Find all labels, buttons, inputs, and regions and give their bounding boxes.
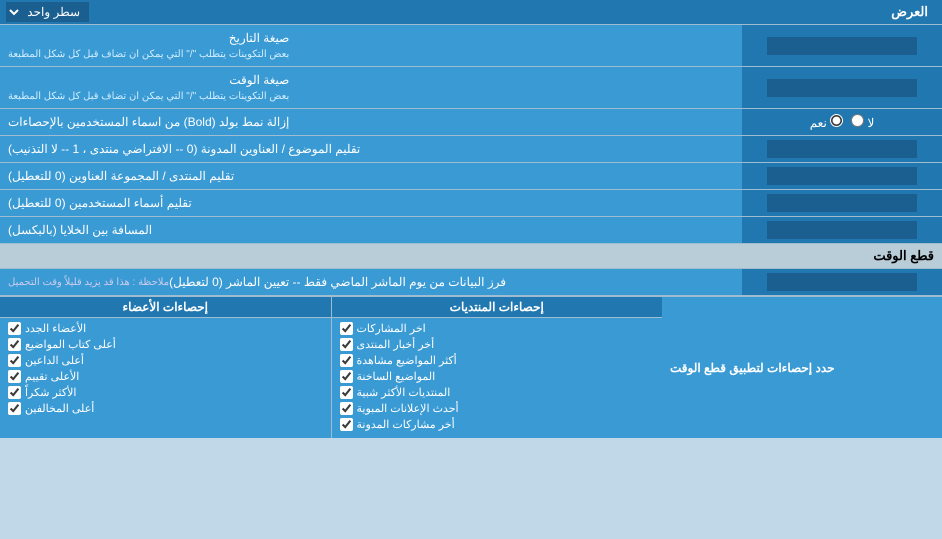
date-format-label-cell: صيغة التاريخ بعض التكوينات يتطلب "/" الت… bbox=[0, 25, 742, 66]
time-format-input[interactable]: H:i bbox=[767, 79, 917, 97]
entry-gap-label-cell: المسافة بين الخلايا (بالبكسل) bbox=[0, 217, 742, 243]
display-label: العرض bbox=[891, 4, 928, 20]
forum-group-input-cell: 33 bbox=[742, 163, 942, 189]
forum-stat-2-check[interactable] bbox=[340, 338, 353, 351]
member-stat-1-check[interactable] bbox=[8, 322, 21, 335]
stats-apply-label: حدد إحصاءات لتطبيق قطع الوقت bbox=[662, 297, 942, 438]
forum-stat-6: أحدث الإعلانات المبوية bbox=[340, 402, 655, 415]
col2-header: إحصاءات المنتديات bbox=[331, 297, 663, 317]
member-stat-3-check[interactable] bbox=[8, 354, 21, 367]
cutoff-input[interactable]: 0 bbox=[767, 273, 917, 291]
member-stat-4-check[interactable] bbox=[8, 370, 21, 383]
col3-header: إحصاءات الأعضاء bbox=[0, 297, 331, 317]
date-format-input-cell: d-m bbox=[742, 25, 942, 66]
username-input[interactable]: 0 bbox=[767, 194, 917, 212]
forum-stat-5: المنتديات الأكثر شبية bbox=[340, 386, 655, 399]
forum-stat-1-check[interactable] bbox=[340, 322, 353, 335]
cutoff-section-header: قطع الوقت bbox=[0, 244, 942, 269]
forum-group-label-cell: تقليم المنتدى / المجموعة العناوين (0 للت… bbox=[0, 163, 742, 189]
bold-yes-label: نعم bbox=[810, 114, 843, 130]
cutoff-note: ملاحظة : هذا قد يزيد قليلاً وقت التحميل bbox=[8, 275, 169, 290]
bold-names-radio-cell: لا نعم bbox=[742, 109, 942, 135]
entry-gap-input-cell: 2 bbox=[742, 217, 942, 243]
topic-title-label-cell: تقليم الموضوع / العناوين المدونة (0 -- ا… bbox=[0, 136, 742, 162]
forum-stat-1: اخر المشاركات bbox=[340, 322, 655, 335]
member-stat-2: أعلى كتاب المواضيع bbox=[8, 338, 323, 351]
time-format-row: H:i صيغة الوقت بعض التكوينات يتطلب "/" ا… bbox=[0, 67, 942, 109]
member-stat-1: الأعضاء الجدد bbox=[8, 322, 323, 335]
cutoff-title: قطع الوقت bbox=[873, 248, 934, 263]
date-format-row: d-m صيغة التاريخ بعض التكوينات يتطلب "/"… bbox=[0, 25, 942, 67]
date-format-input[interactable]: d-m bbox=[767, 37, 917, 55]
member-stat-5-check[interactable] bbox=[8, 386, 21, 399]
entry-gap-row: 2 المسافة بين الخلايا (بالبكسل) bbox=[0, 217, 942, 244]
member-stat-6-check[interactable] bbox=[8, 402, 21, 415]
forum-stat-5-check[interactable] bbox=[340, 386, 353, 399]
topic-title-label: تقليم الموضوع / العناوين المدونة (0 -- ا… bbox=[8, 140, 360, 158]
bold-names-row: لا نعم إزالة نمط بولد (Bold) من اسماء ال… bbox=[0, 109, 942, 136]
forum-stat-3: أكثر المواضيع مشاهدة bbox=[340, 354, 655, 367]
member-stat-3: أعلى الداعين bbox=[8, 354, 323, 367]
bold-no-radio[interactable] bbox=[851, 114, 864, 127]
cutoff-label-cell: فرز البيانات من يوم الماشر الماضي فقط --… bbox=[0, 269, 742, 295]
topic-title-row: 33 تقليم الموضوع / العناوين المدونة (0 -… bbox=[0, 136, 942, 163]
bold-names-label: إزالة نمط بولد (Bold) من اسماء المستخدمي… bbox=[8, 113, 289, 131]
member-stat-4: الأعلى تقييم bbox=[8, 370, 323, 383]
time-format-label-cell: صيغة الوقت بعض التكوينات يتطلب "/" التي … bbox=[0, 67, 742, 108]
forum-stat-6-check[interactable] bbox=[340, 402, 353, 415]
time-format-label: صيغة الوقت bbox=[8, 71, 289, 89]
member-stat-5: الأكثر شكراً bbox=[8, 386, 323, 399]
cutoff-label: فرز البيانات من يوم الماشر الماضي فقط --… bbox=[169, 273, 506, 291]
bold-names-label-cell: إزالة نمط بولد (Bold) من اسماء المستخدمي… bbox=[0, 109, 742, 135]
date-format-label: صيغة التاريخ bbox=[8, 29, 289, 47]
cutoff-row: 0 فرز البيانات من يوم الماشر الماضي فقط … bbox=[0, 269, 942, 296]
date-format-sublabel: بعض التكوينات يتطلب "/" التي يمكن ان تضا… bbox=[8, 47, 289, 62]
topic-title-input[interactable]: 33 bbox=[767, 140, 917, 158]
forum-group-input[interactable]: 33 bbox=[767, 167, 917, 185]
forum-stat-4-check[interactable] bbox=[340, 370, 353, 383]
member-stat-6: أعلى المخالفين bbox=[8, 402, 323, 415]
forum-stat-4: المواضيع الساخنة bbox=[340, 370, 655, 383]
cutoff-input-cell: 0 bbox=[742, 269, 942, 295]
single-line-select[interactable]: سطر واحد bbox=[6, 2, 89, 22]
display-header-row: العرض سطر واحد bbox=[0, 0, 942, 25]
entry-gap-label: المسافة بين الخلايا (بالبكسل) bbox=[8, 221, 152, 239]
member-stat-2-check[interactable] bbox=[8, 338, 21, 351]
stats-section: حدد إحصاءات لتطبيق قطع الوقت إحصاءات الم… bbox=[0, 296, 942, 438]
time-format-sublabel: بعض التكوينات يتطلب "/" التي يمكن ان تضا… bbox=[8, 89, 289, 104]
forum-stat-7: أخر مشاركات المدونة bbox=[340, 418, 655, 431]
bold-yes-radio[interactable] bbox=[830, 114, 843, 127]
forum-stat-3-check[interactable] bbox=[340, 354, 353, 367]
forum-group-label: تقليم المنتدى / المجموعة العناوين (0 للت… bbox=[8, 167, 234, 185]
username-row: 0 تقليم أسماء المستخدمين (0 للتعطيل) bbox=[0, 190, 942, 217]
username-label-cell: تقليم أسماء المستخدمين (0 للتعطيل) bbox=[0, 190, 742, 216]
topic-title-input-cell: 33 bbox=[742, 136, 942, 162]
forum-group-row: 33 تقليم المنتدى / المجموعة العناوين (0 … bbox=[0, 163, 942, 190]
entry-gap-input[interactable]: 2 bbox=[767, 221, 917, 239]
bold-no-label: لا bbox=[851, 114, 874, 130]
forum-stat-2: أخر أخبار المنتدى bbox=[340, 338, 655, 351]
forum-stats-col: اخر المشاركات أخر أخبار المنتدى أكثر الم… bbox=[331, 318, 663, 438]
time-format-input-cell: H:i bbox=[742, 67, 942, 108]
username-input-cell: 0 bbox=[742, 190, 942, 216]
member-stats-col: الأعضاء الجدد أعلى كتاب المواضيع أعلى ال… bbox=[0, 318, 331, 438]
username-label: تقليم أسماء المستخدمين (0 للتعطيل) bbox=[8, 194, 192, 212]
forum-stat-7-check[interactable] bbox=[340, 418, 353, 431]
